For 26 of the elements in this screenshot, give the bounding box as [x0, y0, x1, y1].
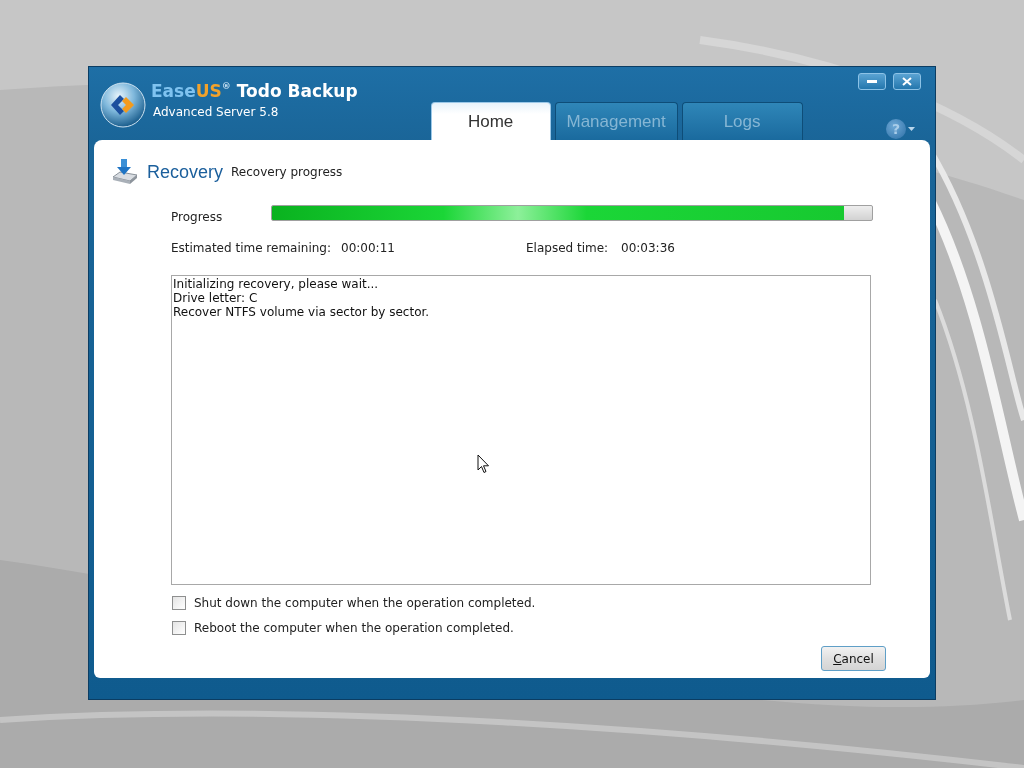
checkbox[interactable] — [172, 620, 186, 635]
tab[interactable]: Home — [430, 102, 551, 140]
log-line: Initializing recovery, please wait... — [172, 277, 380, 291]
caret-icon — [908, 127, 915, 131]
drive-download-icon — [111, 158, 139, 186]
time-label: Estimated time remaining: — [171, 241, 332, 257]
mouse-cursor-icon — [477, 454, 490, 474]
progress-label: Progress — [171, 210, 224, 224]
log-line: Drive letter: C — [172, 291, 259, 305]
minimize-button[interactable] — [858, 73, 886, 90]
time-value: 00:03:36 — [621, 241, 676, 257]
time-label: Elapsed time: — [526, 241, 610, 257]
close-button[interactable] — [893, 73, 921, 90]
minimize-icon — [867, 79, 877, 84]
log-line: Recover NTFS volume via sector by sector. — [172, 305, 431, 319]
logo-icon — [100, 82, 146, 128]
checkbox-label[interactable]: Reboot the computer when the operation completed. — [194, 620, 514, 635]
section-subtitle: Recovery progress — [231, 165, 343, 179]
app-title: EaseUS® Todo Backup — [151, 81, 358, 101]
checkbox-label[interactable]: Shut down the computer when the operation completed. — [194, 595, 536, 610]
section-title: Recovery — [147, 161, 224, 183]
time-value: 00:00:11 — [341, 241, 396, 257]
app-edition: Advanced Server 5.8 — [153, 105, 280, 119]
cancel-button[interactable]: Cancel — [821, 646, 886, 671]
close-icon — [902, 77, 912, 86]
checkbox[interactable] — [172, 595, 186, 610]
